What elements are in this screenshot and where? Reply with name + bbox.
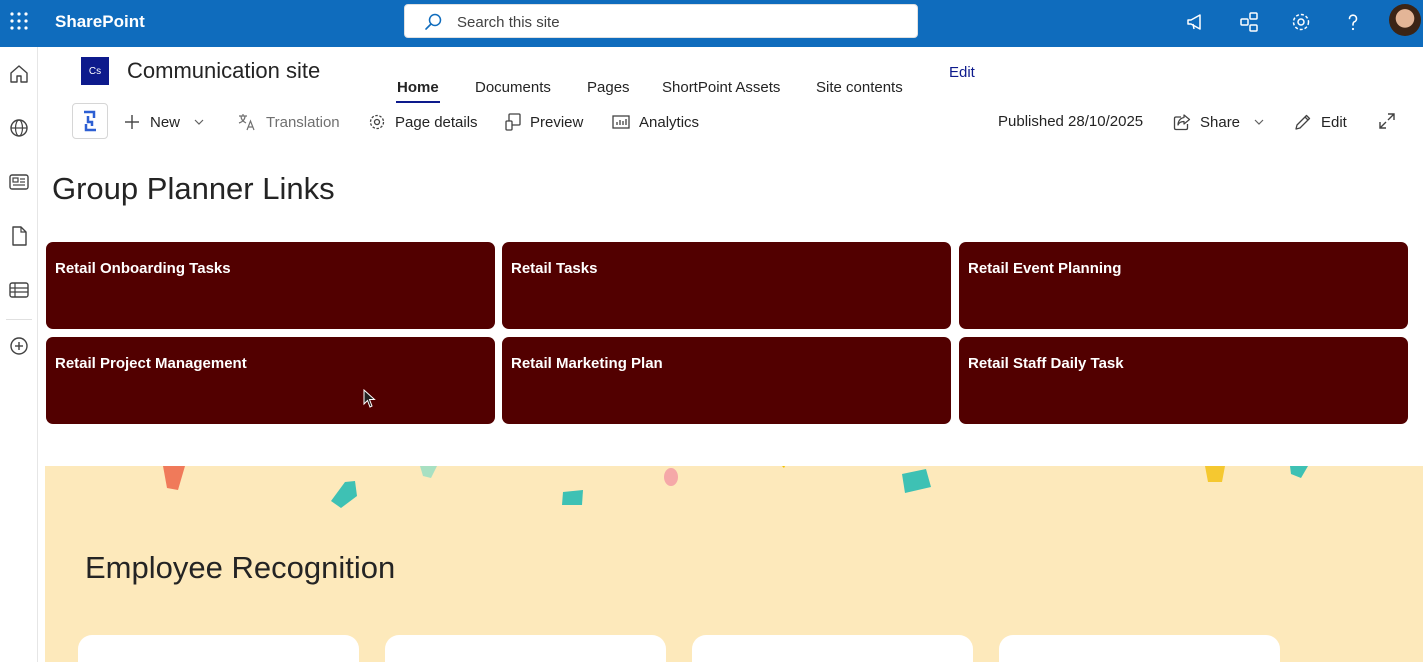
new-label: New bbox=[150, 113, 181, 131]
chevron-down-icon bbox=[1254, 119, 1264, 125]
avatar[interactable] bbox=[1389, 4, 1421, 36]
analytics-icon bbox=[612, 115, 630, 129]
megaphone-icon[interactable] bbox=[1184, 10, 1208, 34]
nav-site-contents[interactable]: Site contents bbox=[816, 79, 903, 96]
gear-icon[interactable] bbox=[1289, 10, 1313, 34]
plus-icon bbox=[125, 115, 139, 129]
employee-recognition-section: Employee Recognition bbox=[45, 466, 1423, 662]
page-details-button[interactable]: Page details bbox=[368, 112, 478, 132]
shortpoint-icon bbox=[84, 110, 96, 132]
preview-button[interactable]: Preview bbox=[505, 112, 583, 132]
file-icon[interactable] bbox=[8, 225, 30, 247]
translate-icon bbox=[238, 114, 255, 131]
sharepoint-brand[interactable]: SharePoint bbox=[55, 12, 145, 32]
nav-active-indicator bbox=[396, 101, 440, 103]
recognition-card[interactable] bbox=[385, 635, 666, 662]
news-icon[interactable] bbox=[8, 171, 30, 193]
nav-documents[interactable]: Documents bbox=[475, 79, 551, 96]
recognition-card[interactable] bbox=[692, 635, 973, 662]
translation-button[interactable]: Translation bbox=[237, 112, 340, 132]
preview-label: Preview bbox=[530, 113, 584, 131]
planner-link-tile[interactable]: Retail Marketing Plan bbox=[502, 337, 951, 424]
app-rail bbox=[0, 47, 38, 662]
app-launcher-icon[interactable] bbox=[9, 11, 29, 31]
section-title-group-planner-links: Group Planner Links bbox=[52, 171, 335, 206]
analytics-button[interactable]: Analytics bbox=[612, 112, 699, 132]
new-button[interactable]: New bbox=[123, 112, 213, 132]
mouse-cursor-icon bbox=[363, 389, 376, 408]
chevron-down-icon bbox=[194, 119, 204, 125]
share-label: Share bbox=[1200, 113, 1241, 131]
suite-bar: SharePoint bbox=[0, 0, 1423, 47]
recognition-card[interactable] bbox=[78, 635, 359, 662]
add-circle-icon[interactable] bbox=[8, 335, 30, 357]
preview-icon bbox=[505, 113, 521, 131]
search-icon bbox=[425, 13, 442, 30]
edit-label: Edit bbox=[1321, 113, 1347, 131]
list-icon[interactable] bbox=[8, 279, 30, 301]
search-box[interactable] bbox=[404, 4, 918, 38]
help-icon[interactable] bbox=[1341, 10, 1365, 34]
gear-icon bbox=[369, 114, 385, 130]
nav-shortpoint-assets[interactable]: ShortPoint Assets bbox=[662, 79, 780, 96]
site-logo[interactable]: Cs bbox=[81, 57, 109, 85]
translation-label: Translation bbox=[266, 113, 340, 131]
planner-link-tile[interactable]: Retail Project Management bbox=[46, 337, 495, 424]
planner-link-tile[interactable]: Retail Staff Daily Task bbox=[959, 337, 1408, 424]
nav-pages[interactable]: Pages bbox=[587, 79, 630, 96]
home-icon[interactable] bbox=[8, 63, 30, 85]
share-button[interactable]: Share bbox=[1173, 112, 1273, 132]
share-icon bbox=[1173, 114, 1191, 131]
edit-button[interactable]: Edit bbox=[1294, 112, 1347, 132]
nav-edit-link[interactable]: Edit bbox=[949, 64, 975, 81]
confetti-decoration bbox=[163, 466, 1308, 508]
nav-home[interactable]: Home bbox=[397, 79, 439, 96]
analytics-label: Analytics bbox=[639, 113, 700, 131]
published-status: Published 28/10/2025 bbox=[998, 113, 1144, 130]
globe-icon[interactable] bbox=[8, 117, 30, 139]
section-title-employee-recognition: Employee Recognition bbox=[85, 550, 396, 585]
connections-icon[interactable] bbox=[1237, 10, 1261, 34]
shortpoint-button[interactable] bbox=[72, 103, 108, 139]
recognition-card[interactable] bbox=[999, 635, 1280, 662]
planner-link-tile[interactable]: Retail Tasks bbox=[502, 242, 951, 329]
rail-divider bbox=[6, 319, 32, 320]
page-details-label: Page details bbox=[395, 113, 478, 131]
site-title[interactable]: Communication site bbox=[127, 58, 320, 84]
pencil-icon bbox=[1295, 114, 1311, 130]
expand-icon[interactable] bbox=[1378, 112, 1396, 130]
planner-link-tile[interactable]: Retail Onboarding Tasks bbox=[46, 242, 495, 329]
search-input[interactable] bbox=[457, 11, 897, 33]
planner-link-tile[interactable]: Retail Event Planning bbox=[959, 242, 1408, 329]
